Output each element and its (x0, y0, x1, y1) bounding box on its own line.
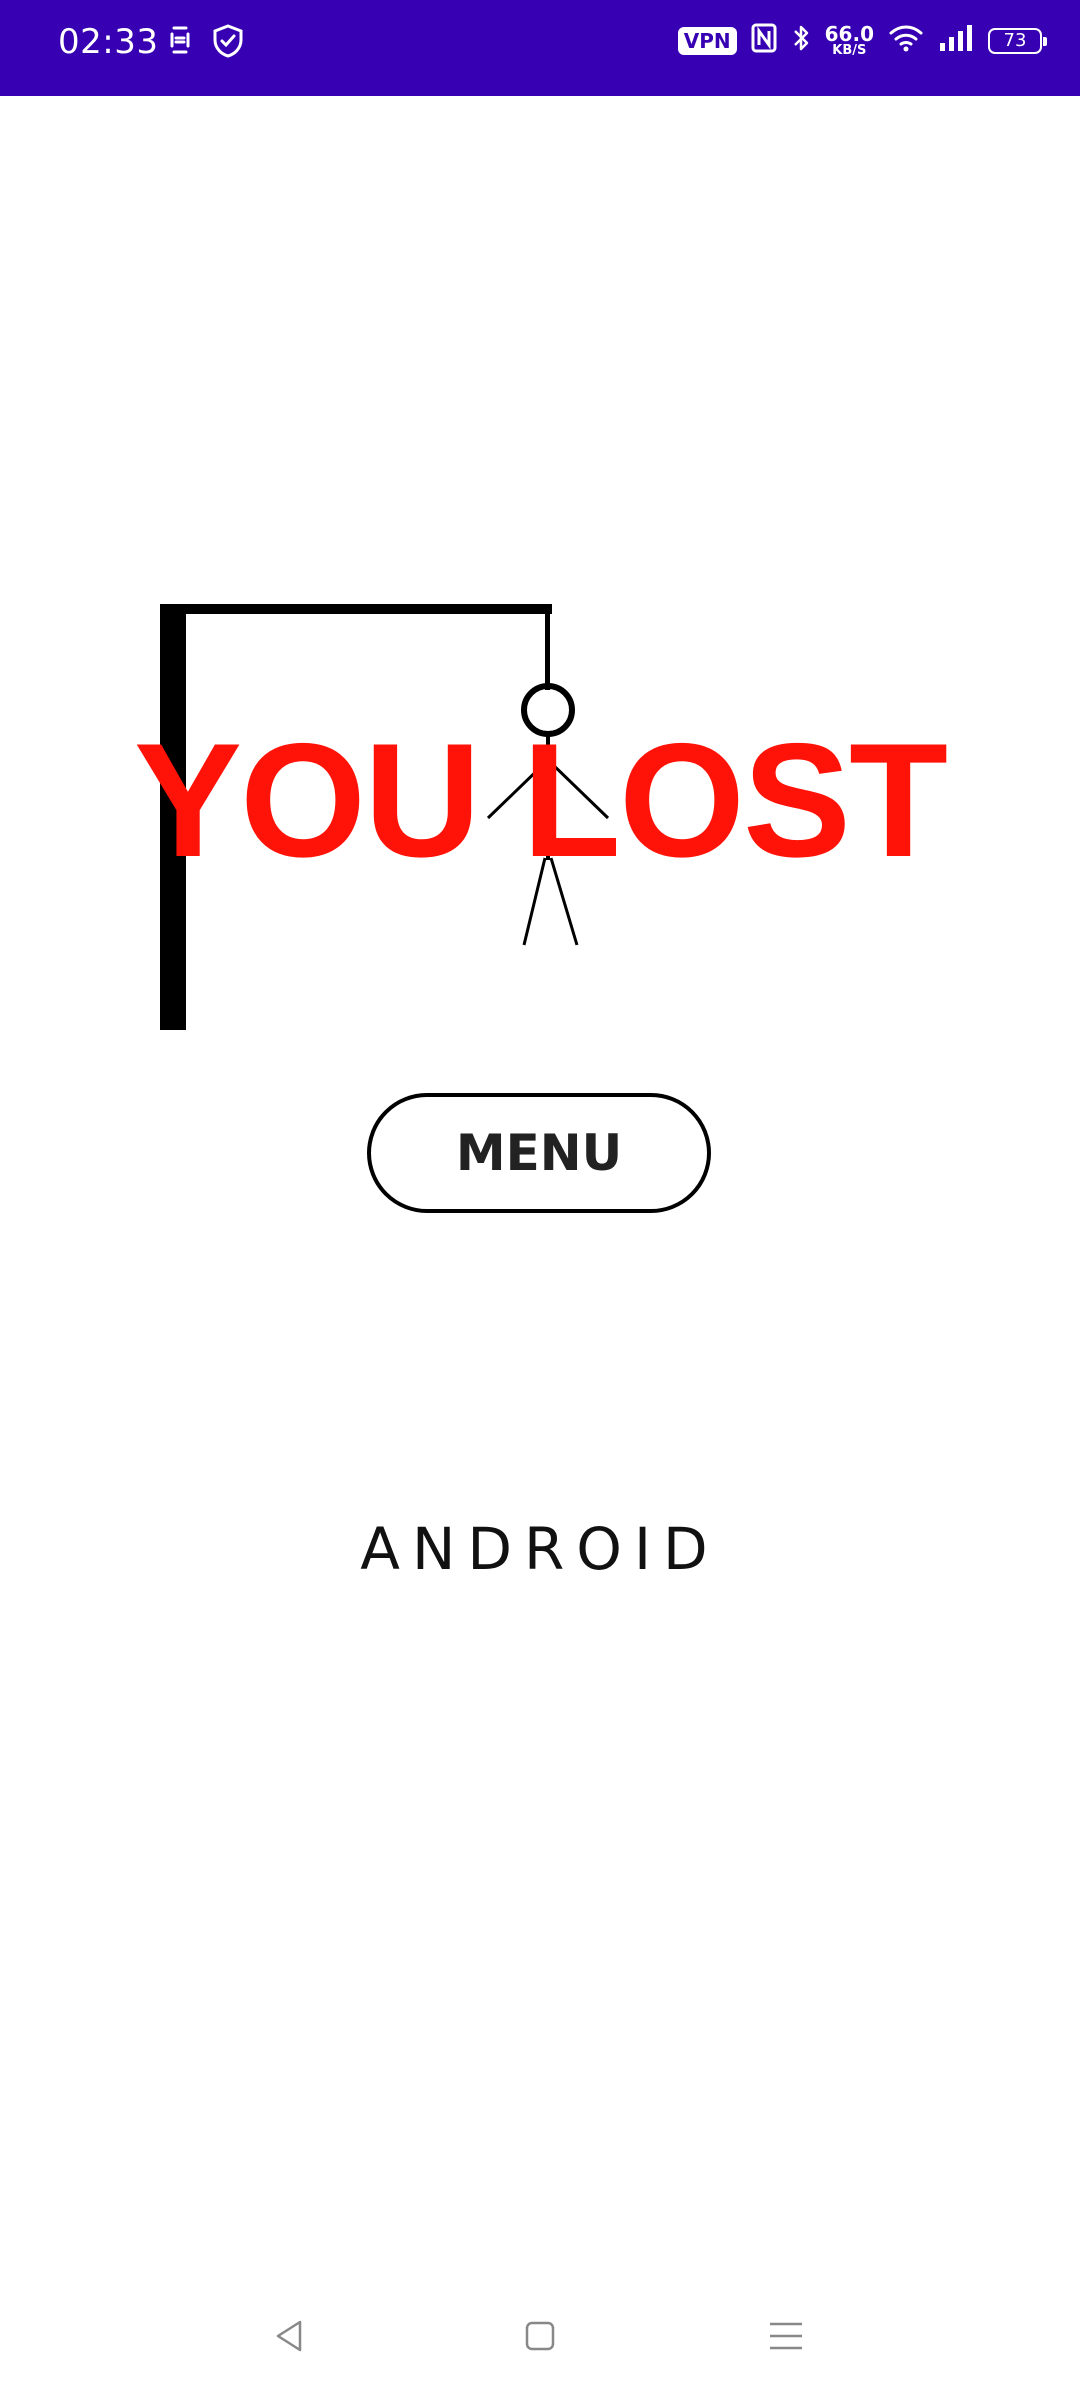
navigation-bar (0, 2280, 1080, 2400)
recents-button[interactable] (756, 2308, 816, 2368)
home-icon (522, 2318, 558, 2359)
back-button[interactable] (260, 2308, 320, 2368)
home-button[interactable] (510, 2308, 570, 2368)
menu-button[interactable]: MENU (367, 1093, 711, 1213)
game-result-text: YOU LOST (133, 710, 948, 891)
game-over-screen: 02:33 VPN 66.0 KB/S 73 YOU LOST MENU AND… (0, 0, 1080, 2400)
back-icon (272, 2318, 308, 2359)
gallows-rope (545, 604, 550, 690)
platform-label: ANDROID (360, 1515, 720, 1583)
recents-icon (766, 2318, 806, 2359)
gallows-beam (160, 604, 552, 614)
